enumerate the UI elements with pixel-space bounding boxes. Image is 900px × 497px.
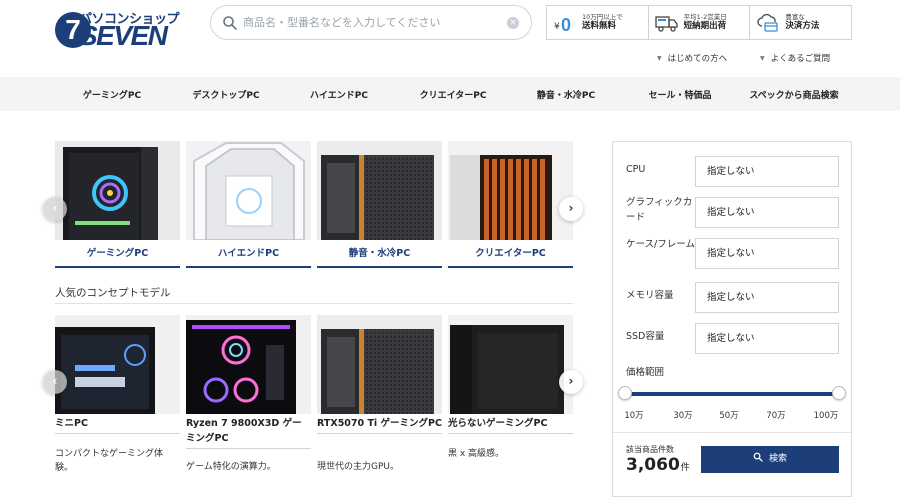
category-card-silent[interactable]: 静音・水冷PC xyxy=(317,141,442,268)
zero-yen-icon: ¥0 xyxy=(553,12,577,35)
concept-section-title: 人気のコンセプトモデル xyxy=(55,287,171,299)
info-main-text: 決済方法 xyxy=(785,21,820,32)
product-image xyxy=(448,141,573,240)
product-image xyxy=(186,315,311,414)
category-card-creator[interactable]: クリエイターPC xyxy=(448,141,573,268)
result-count-value: 3,060 xyxy=(626,455,680,475)
price-tick: 30万 xyxy=(673,411,693,421)
product-image xyxy=(448,315,573,414)
info-main-text: 送料無料 xyxy=(582,21,617,32)
nav-desktop-pc[interactable]: デスクトップPC xyxy=(192,88,259,101)
price-range-track[interactable] xyxy=(625,392,839,396)
model-name[interactable]: Ryzen 7 9800X3D ゲーミングPC xyxy=(186,416,311,450)
filter-label-cpu: CPU xyxy=(626,164,646,175)
model-card-mini-pc[interactable]: ミニPC コンパクトなゲーミング体験。 xyxy=(55,315,180,473)
svg-text:¥: ¥ xyxy=(554,22,560,32)
model-card-non-rgb[interactable]: 光らないゲーミングPC 黒 x 高級感。 xyxy=(448,315,573,459)
category-card-highend[interactable]: ハイエンドPC xyxy=(186,141,311,268)
ssd-select[interactable]: 指定しない xyxy=(695,323,839,354)
model-card-ryzen[interactable]: Ryzen 7 9800X3D ゲーミングPC ゲーム特化の演算力。 xyxy=(186,315,311,472)
category-label[interactable]: ゲーミングPC xyxy=(55,240,180,268)
nav-silent-watercooled-pc[interactable]: 静音・水冷PC xyxy=(537,88,595,101)
payment-info[interactable]: 豊富な 決済方法 xyxy=(750,6,851,39)
price-min-handle[interactable] xyxy=(618,386,632,400)
model-description: 黒 x 高級感。 xyxy=(448,449,505,459)
section-divider xyxy=(55,303,573,304)
case-select[interactable]: 指定しない xyxy=(695,238,839,269)
product-image xyxy=(317,315,442,414)
nav-sale[interactable]: セール・特価品 xyxy=(648,88,711,101)
clear-search-icon[interactable]: × xyxy=(507,17,519,29)
category-label[interactable]: 静音・水冷PC xyxy=(317,240,442,268)
concept-prev-button[interactable]: ‹ xyxy=(43,370,67,394)
price-range-label: 価格範囲 xyxy=(626,367,665,378)
service-info-box: ¥0 10万円以上で 送料無料 平均1-2営業日 短納期出荷 豊富な 決済方法 xyxy=(546,5,852,40)
search-button-label: 検索 xyxy=(768,454,787,464)
spec-filter-panel: CPU 指定しない グラフィックカード 指定しない ケース/フレーム 指定しない… xyxy=(612,141,852,497)
svg-text:0: 0 xyxy=(561,15,571,34)
category-prev-button[interactable]: ‹ xyxy=(43,197,67,221)
nav-gaming-pc[interactable]: ゲーミングPC xyxy=(83,88,141,101)
price-range-ticks: 10万 30万 50万 70万 100万 xyxy=(624,409,840,421)
payment-cloud-icon xyxy=(756,12,780,34)
model-description: コンパクトなゲーミング体験。 xyxy=(55,449,164,474)
nav-highend-pc[interactable]: ハイエンドPC xyxy=(310,88,368,101)
faq-link[interactable]: ▼ よくあるご質問 xyxy=(760,52,830,64)
filter-search-button[interactable]: 検索 xyxy=(701,446,839,473)
sublink-label: よくあるご質問 xyxy=(770,54,831,64)
price-tick: 10万 xyxy=(624,411,644,421)
category-next-button[interactable]: › xyxy=(559,197,583,221)
truck-icon xyxy=(655,12,679,34)
cpu-select[interactable]: 指定しない xyxy=(695,156,839,187)
result-count-unit: 件 xyxy=(680,463,690,473)
model-name[interactable]: ミニPC xyxy=(55,416,180,435)
model-card-rtx5070ti[interactable]: RTX5070 Ti ゲーミングPC 現世代の主力GPU。 xyxy=(317,315,442,472)
memory-select[interactable]: 指定しない xyxy=(695,282,839,313)
price-tick: 70万 xyxy=(766,411,786,421)
beginners-guide-link[interactable]: ▼ はじめての方へ xyxy=(657,52,727,64)
main-nav: ゲーミングPC デスクトップPC ハイエンドPC クリエイターPC 静音・水冷P… xyxy=(0,77,900,111)
model-name[interactable]: RTX5070 Ti ゲーミングPC xyxy=(317,416,442,435)
filter-label-case: ケース/フレーム xyxy=(626,239,695,250)
concept-next-button[interactable]: › xyxy=(559,370,583,394)
search-icon xyxy=(222,15,238,31)
category-card-gaming[interactable]: ゲーミングPC xyxy=(55,141,180,268)
price-tick: 50万 xyxy=(719,411,739,421)
filter-label-ssd: SSD容量 xyxy=(626,331,665,342)
price-max-handle[interactable] xyxy=(832,386,846,400)
result-count: 3,060件 xyxy=(626,455,690,475)
category-label[interactable]: ハイエンドPC xyxy=(186,240,311,268)
model-description: 現世代の主力GPU。 xyxy=(317,462,399,472)
gpu-select[interactable]: 指定しない xyxy=(695,197,839,228)
info-main-text: 短納期出荷 xyxy=(683,21,727,32)
search-icon xyxy=(753,452,763,462)
triangle-down-icon: ▼ xyxy=(657,55,662,62)
category-label[interactable]: クリエイターPC xyxy=(448,240,573,268)
result-count-label: 該当商品件数 xyxy=(626,445,674,454)
price-tick: 100万 xyxy=(813,411,839,421)
logo-brand-text: SEVEN xyxy=(79,20,168,51)
nav-spec-search[interactable]: スペックから商品検索 xyxy=(749,88,838,101)
fast-delivery-info[interactable]: 平均1-2営業日 短納期出荷 xyxy=(649,6,751,39)
model-description: ゲーム特化の演算力。 xyxy=(186,462,276,472)
triangle-down-icon: ▼ xyxy=(760,55,765,62)
product-image xyxy=(55,141,180,240)
panel-divider xyxy=(613,432,851,433)
free-shipping-info[interactable]: ¥0 10万円以上で 送料無料 xyxy=(547,6,649,39)
sublink-label: はじめての方へ xyxy=(667,54,728,64)
product-image xyxy=(186,141,311,240)
product-image xyxy=(317,141,442,240)
header-sublinks: ▼ はじめての方へ ▼ よくあるご質問 xyxy=(0,52,900,64)
filter-label-gpu: グラフィックカード xyxy=(626,197,693,223)
nav-creator-pc[interactable]: クリエイターPC xyxy=(420,88,487,101)
site-logo[interactable]: 7 パソコンショップ SEVEN xyxy=(55,8,205,50)
product-image xyxy=(55,315,180,414)
filter-label-memory: メモリ容量 xyxy=(626,290,674,301)
model-name[interactable]: 光らないゲーミングPC xyxy=(448,416,573,435)
search-input[interactable] xyxy=(243,6,503,39)
search-box[interactable]: × xyxy=(210,5,532,40)
